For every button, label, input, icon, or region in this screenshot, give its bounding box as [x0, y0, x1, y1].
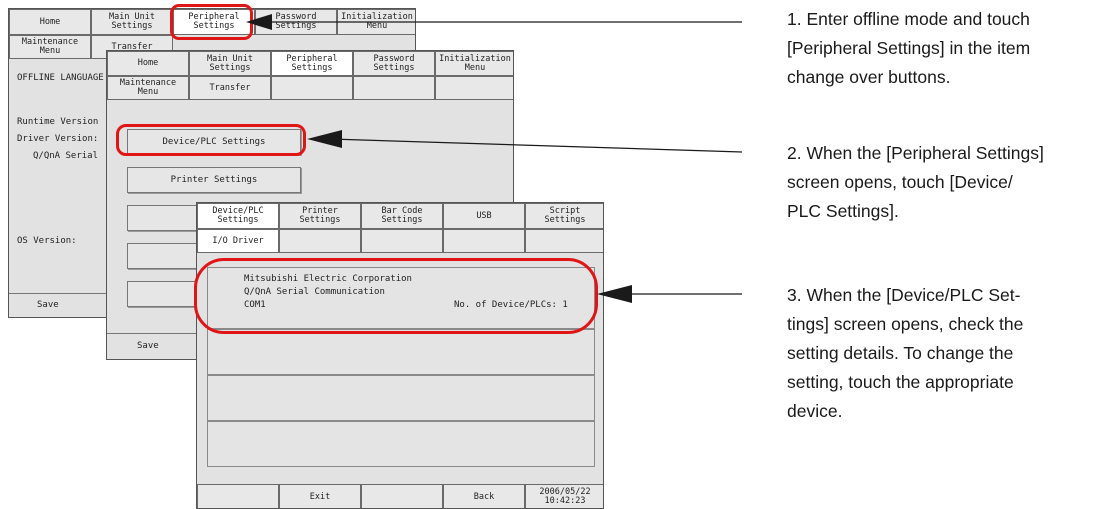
- step-2-text: 2. When the [Peripheral Settings] screen…: [787, 143, 1044, 221]
- arrow-2-head: [307, 130, 342, 148]
- arrow-3-head: [597, 285, 632, 303]
- step-1-text: 1. Enter offline mode and touch [Periphe…: [787, 9, 1031, 87]
- step-3-text: 3. When the [Device/PLC Set- tings] scre…: [787, 285, 1024, 421]
- arrow-1-head: [246, 14, 272, 30]
